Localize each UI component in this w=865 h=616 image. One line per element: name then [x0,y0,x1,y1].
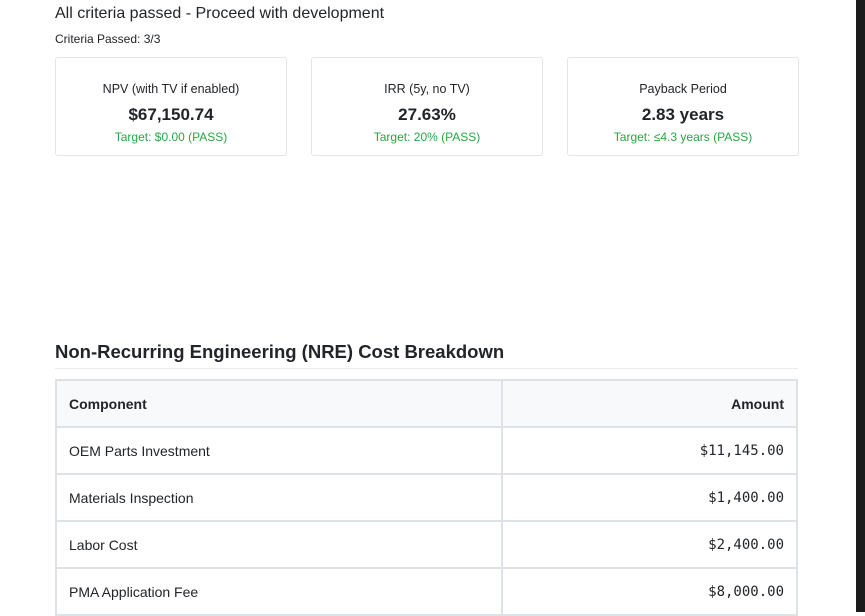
metric-value: 2.83 years [641,105,725,124]
cell-component: Labor Cost [55,520,503,569]
cell-component: Materials Inspection [55,473,503,522]
cell-amount: $11,145.00 [501,426,798,475]
metric-label: Payback Period [639,82,727,96]
metric-value: $67,150.74 [128,105,214,124]
metric-label: IRR (5y, no TV) [384,82,470,96]
metric-target: Target: ≤4.3 years (PASS) [613,130,753,144]
cell-amount: $1,400.00 [501,473,798,522]
table-header-row: Component Amount [55,379,798,428]
column-header-component: Component [55,379,503,428]
nre-cost-table: Component Amount OEM Parts Investment $1… [55,379,798,616]
criteria-passed-count: Criteria Passed: 3/3 [55,32,161,46]
cell-component: OEM Parts Investment [55,426,503,475]
cell-component: PMA Application Fee [55,567,503,616]
metric-target: Target: 20% (PASS) [373,130,481,144]
metric-card-npv: NPV (with TV if enabled) $67,150.74 Targ… [55,57,287,156]
table-row: OEM Parts Investment $11,145.00 [55,426,798,475]
metric-target: Target: $0.00 (PASS) [114,130,228,144]
cell-amount: $8,000.00 [501,567,798,616]
decision-status-message: All criteria passed - Proceed with devel… [55,5,385,22]
scrollbar[interactable] [856,0,865,612]
table-row: Materials Inspection $1,400.00 [55,473,798,522]
nre-section-title: Non-Recurring Engineering (NRE) Cost Bre… [55,341,798,369]
table-row: PMA Application Fee $8,000.00 [55,567,798,616]
metric-value: 27.63% [398,105,456,124]
cell-amount: $2,400.00 [501,520,798,569]
column-header-amount: Amount [501,379,798,428]
metric-card-payback: Payback Period 2.83 years Target: ≤4.3 y… [567,57,799,156]
metric-label: NPV (with TV if enabled) [102,82,240,96]
table-row: Labor Cost $2,400.00 [55,520,798,569]
metric-card-irr: IRR (5y, no TV) 27.63% Target: 20% (PASS… [311,57,543,156]
